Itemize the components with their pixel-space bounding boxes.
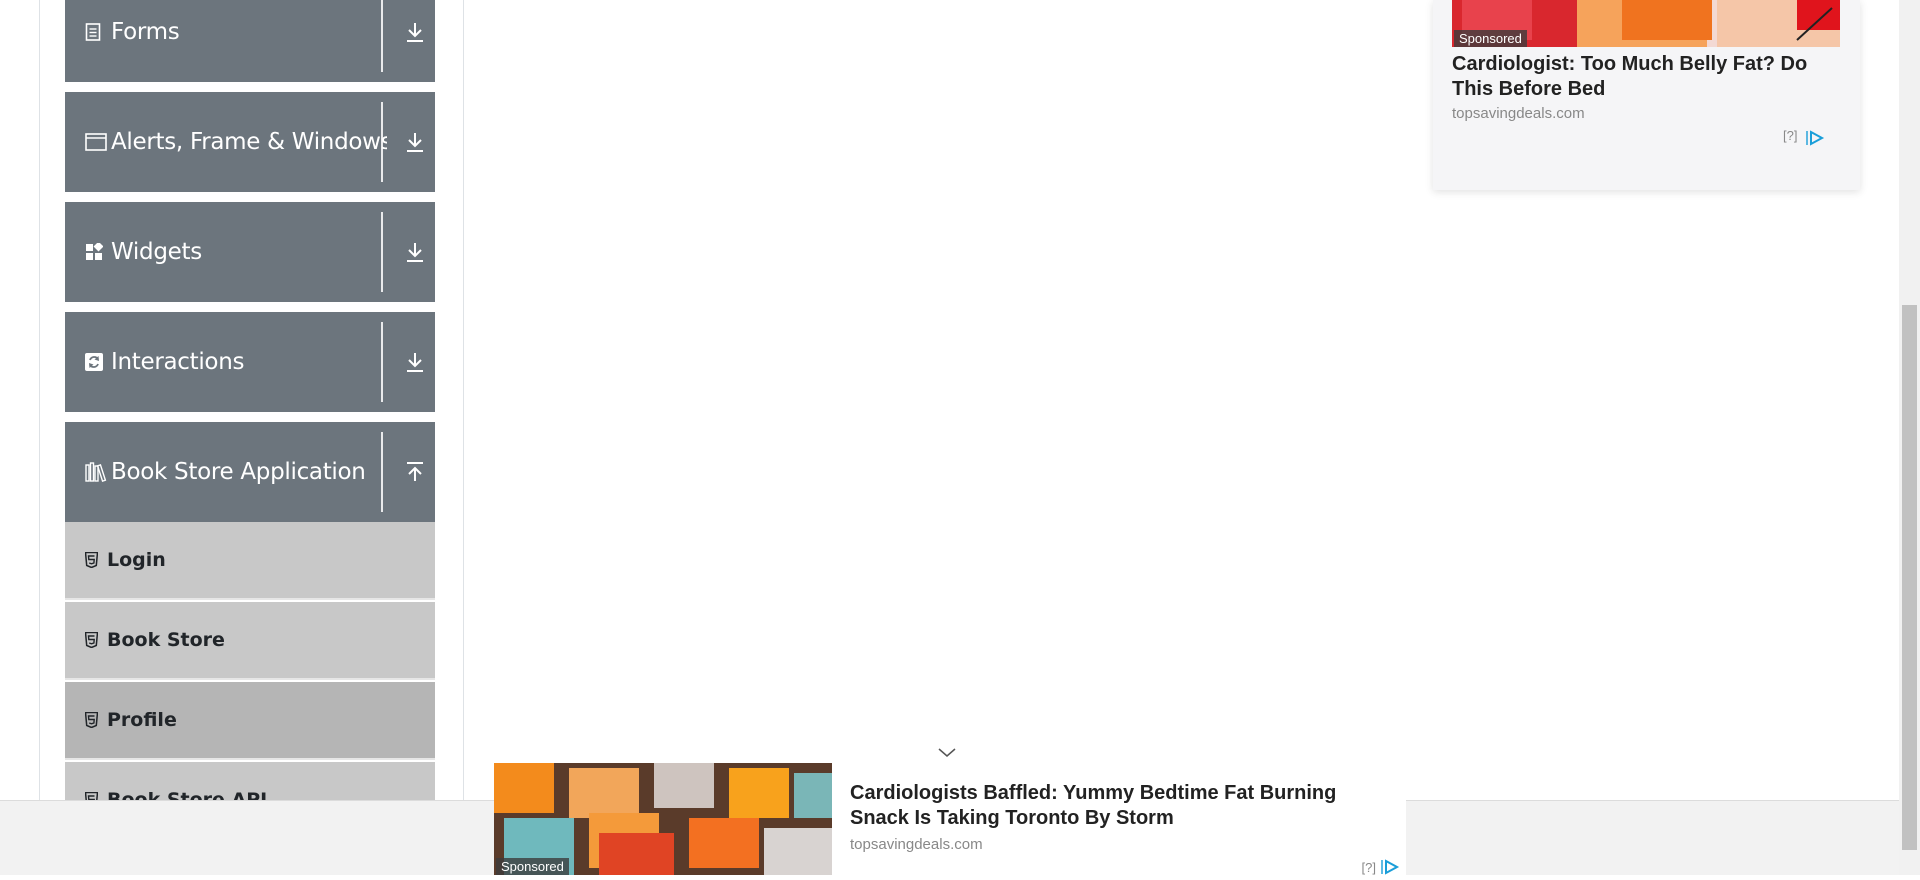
- ad-headline[interactable]: Cardiologists Baffled: Yummy Bedtime Fat…: [850, 781, 1398, 831]
- expand-arrow-icon[interactable]: [395, 92, 435, 192]
- group-header-alerts-frame-windows[interactable]: Alerts, Frame & Windows: [65, 92, 435, 192]
- group-header-book-store-application[interactable]: Book Store Application: [65, 422, 435, 522]
- sidebar-divider: [463, 0, 464, 800]
- menu-item-label: Login: [107, 549, 166, 571]
- left-column-border: [39, 0, 40, 800]
- chevron-down-icon[interactable]: [935, 742, 959, 762]
- header-separator: [381, 0, 383, 72]
- group-title: Widgets: [111, 239, 202, 265]
- ad-image[interactable]: Sponsored: [1452, 0, 1840, 47]
- header-separator: [381, 212, 383, 292]
- group-title: Book Store Application: [111, 459, 366, 485]
- interactions-icon: [85, 353, 111, 371]
- books-icon: [85, 462, 111, 482]
- html5-icon: [83, 632, 99, 648]
- header-separator: [381, 102, 383, 182]
- side-ad-card[interactable]: Sponsored Cardiologist: Too Much Belly F…: [1433, 0, 1860, 190]
- sponsored-label: Sponsored: [1454, 30, 1527, 47]
- header-separator: [381, 322, 383, 402]
- adchoices-icon[interactable]: [1805, 130, 1825, 151]
- menu-item-login[interactable]: Login: [65, 522, 435, 600]
- expand-arrow-icon[interactable]: [395, 202, 435, 302]
- html5-icon: [83, 712, 99, 728]
- ad-image[interactable]: Sponsored: [494, 763, 832, 875]
- group-header-interactions[interactable]: Interactions: [65, 312, 435, 412]
- collapse-arrow-icon[interactable]: [395, 422, 435, 522]
- html5-icon: [83, 552, 99, 568]
- menu-item-book-store[interactable]: Book Store: [65, 602, 435, 680]
- ad-source[interactable]: topsavingdeals.com: [1452, 105, 1585, 122]
- form-icon: [85, 23, 111, 41]
- ad-help-link[interactable]: [?]: [1362, 860, 1376, 875]
- group-title: Forms: [111, 19, 180, 45]
- menu-item-label: Book Store: [107, 629, 225, 651]
- expand-arrow-icon[interactable]: [395, 0, 435, 82]
- ad-headline[interactable]: Cardiologist: Too Much Belly Fat? Do Thi…: [1452, 52, 1842, 102]
- scrollbar-thumb[interactable]: [1902, 305, 1917, 850]
- ad-help-link[interactable]: [?]: [1783, 128, 1797, 143]
- menu-item-label: Profile: [107, 709, 177, 731]
- group-title: Interactions: [111, 349, 245, 375]
- sponsored-label: Sponsored: [496, 858, 569, 875]
- menu-item-profile[interactable]: Profile: [65, 682, 435, 760]
- bottom-ad-card[interactable]: Sponsored Cardiologists Baffled: Yummy B…: [494, 763, 1406, 875]
- group-header-widgets[interactable]: Widgets: [65, 202, 435, 302]
- window-icon: [85, 133, 111, 151]
- widgets-icon: [85, 243, 111, 261]
- header-separator: [381, 432, 383, 512]
- ad-source[interactable]: topsavingdeals.com: [850, 836, 983, 853]
- group-title: Alerts, Frame & Windows: [111, 129, 387, 155]
- adchoices-icon[interactable]: [1380, 859, 1400, 875]
- group-header-forms[interactable]: Forms: [65, 0, 435, 82]
- expand-arrow-icon[interactable]: [395, 312, 435, 412]
